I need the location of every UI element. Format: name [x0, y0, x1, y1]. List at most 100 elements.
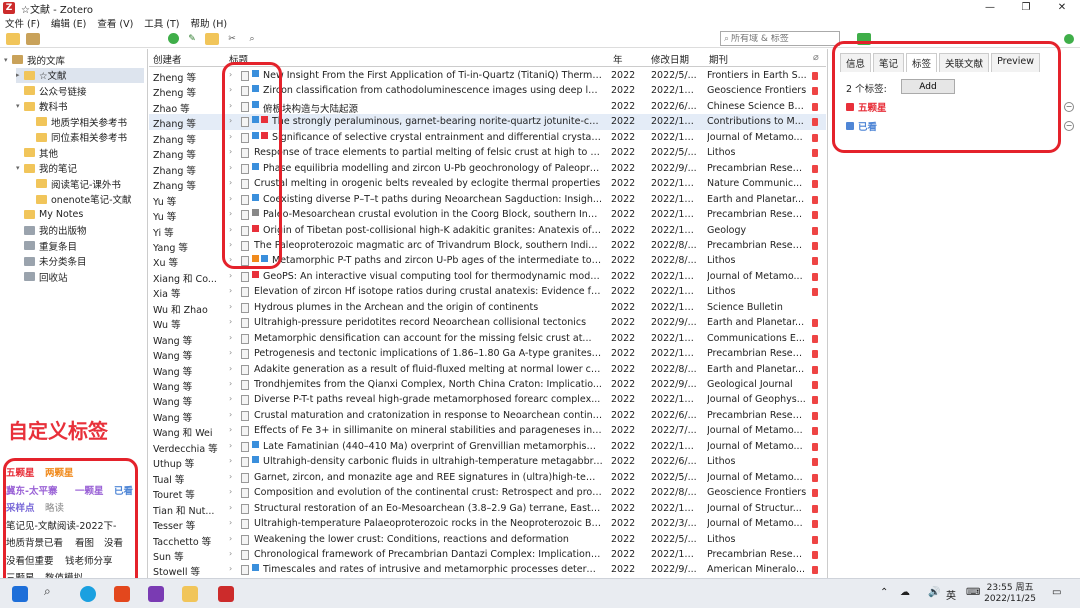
menu-tools[interactable]: 工具 (T) [144, 16, 179, 30]
expand-arrow-icon[interactable]: › [229, 147, 237, 156]
pdf-attachment-icon[interactable] [812, 211, 818, 220]
item-tag-name[interactable]: 已看 [858, 119, 877, 133]
item-tab[interactable]: 标签 [906, 53, 938, 72]
menu-help[interactable]: 帮助 (H) [191, 16, 228, 30]
onenote-icon[interactable] [148, 586, 164, 602]
expand-arrow-icon[interactable]: › [229, 302, 237, 311]
tag-selector-item[interactable]: 地质背景已看 [6, 535, 63, 549]
tray-chevron-icon[interactable]: ⌃ [880, 587, 888, 598]
pdf-attachment-icon[interactable] [812, 334, 818, 343]
pdf-attachment-icon[interactable] [812, 257, 818, 266]
expand-arrow-icon[interactable]: › [229, 394, 237, 403]
expand-arrow-icon[interactable]: › [229, 333, 237, 342]
expand-arrow-icon[interactable]: › [229, 70, 237, 79]
column-attachment-icon[interactable]: ⌀ [813, 52, 819, 63]
expand-arrow-icon[interactable]: › [229, 163, 237, 172]
column-year[interactable]: 年 [613, 52, 623, 66]
tag-selector-item[interactable]: 两颗星 [45, 465, 74, 479]
table-row[interactable]: Stowell 等 › Timescales and rates of intrus… [149, 562, 826, 578]
tree-item[interactable]: My Notes [16, 207, 144, 222]
pdf-attachment-icon[interactable] [812, 72, 818, 80]
table-row[interactable]: Tual 等 › Garnet, zircon, and monazite age … [149, 470, 826, 486]
table-row[interactable]: Wu 等 › Ultrahigh-pressure peridotites reco… [149, 315, 826, 331]
table-row[interactable]: Yi 等 › Origin of Tibetan post-collisional … [149, 223, 826, 239]
table-row[interactable]: Wang 等 › Metamorphic densification can acc… [149, 331, 826, 347]
expand-arrow-icon[interactable]: › [229, 379, 237, 388]
table-row[interactable]: Wang 等 › Diverse P-T-t paths reveal high-g… [149, 392, 826, 408]
expand-arrow-icon[interactable]: › [229, 364, 237, 373]
attachment-icon[interactable]: ✂ [225, 33, 239, 45]
expand-arrow-icon[interactable]: › [229, 101, 237, 110]
volume-icon[interactable]: 🔊 [928, 587, 940, 598]
expand-arrow-icon[interactable]: › [229, 425, 237, 434]
table-row[interactable]: Wu 和 Zhao › Hydrous plumes in the Archean … [149, 300, 826, 316]
table-row[interactable]: Sun 等 › Chronological framework of Precamb… [149, 547, 826, 563]
tree-item[interactable]: 回收站 [16, 269, 144, 284]
expand-arrow-icon[interactable]: › [229, 456, 237, 465]
expand-arrow-icon[interactable]: › [229, 85, 237, 94]
expand-arrow-icon[interactable]: › [229, 255, 237, 264]
tree-item[interactable]: 阅读笔记-课外书 [28, 176, 144, 191]
table-row[interactable]: Verdecchia 等 › Late Famatinian (440–410 Ma… [149, 439, 826, 455]
add-tag-button[interactable]: Add [901, 79, 955, 94]
expand-arrow-icon[interactable]: › [229, 534, 237, 543]
tree-item[interactable]: 公众号链接 [16, 83, 144, 98]
expand-arrow-icon[interactable]: › [229, 240, 237, 249]
new-note-icon[interactable] [205, 32, 219, 45]
expand-arrow-icon[interactable]: › [229, 178, 237, 187]
pdf-attachment-icon[interactable] [812, 411, 818, 420]
tag-selector-item[interactable]: 略读 [45, 500, 64, 514]
tree-item[interactable]: 同位素相关参考书 [28, 130, 144, 145]
expand-arrow-icon[interactable]: › [229, 549, 237, 558]
library-actions-icon[interactable] [26, 32, 40, 45]
locate-button-icon[interactable] [857, 32, 871, 45]
expand-arrow-icon[interactable]: › [229, 441, 237, 450]
pdf-attachment-icon[interactable] [812, 118, 818, 127]
pdf-attachment-icon[interactable] [812, 226, 818, 235]
expand-arrow-icon[interactable]: › [229, 410, 237, 419]
new-collection-icon[interactable] [6, 32, 20, 45]
tree-item[interactable]: 未分类条目 [16, 254, 144, 269]
tag-selector-item[interactable]: 已看 [114, 483, 133, 497]
pdf-attachment-icon[interactable] [812, 133, 818, 142]
tree-item[interactable]: 重复条目 [16, 238, 144, 253]
pdf-attachment-icon[interactable] [812, 319, 818, 328]
menu-file[interactable]: 文件 (F) [5, 16, 40, 30]
pdf-attachment-icon[interactable] [812, 381, 818, 389]
search-box[interactable]: ⌕ [720, 31, 840, 46]
item-tag-row[interactable]: 五颗星 [846, 100, 887, 114]
pdf-attachment-icon[interactable] [812, 288, 818, 297]
table-row[interactable]: Yu 等 › Coexisting diverse P–T–t paths duri… [149, 192, 826, 208]
table-row[interactable]: Wang 等 › Crustal maturation and cratonizat… [149, 408, 826, 424]
table-row[interactable]: Wang 等 › Trondhjemites from the Qianxi Com… [149, 377, 826, 393]
expand-arrow-icon[interactable]: › [229, 194, 237, 203]
close-button[interactable]: ✕ [1044, 0, 1080, 16]
table-row[interactable]: Touret 等 › Composition and evolution of th… [149, 485, 826, 501]
table-row[interactable]: Zheng 等 › New Insight From the First Appli… [149, 68, 826, 84]
edge-icon[interactable] [80, 586, 96, 602]
expand-arrow-icon[interactable]: › [229, 132, 237, 141]
item-tab[interactable]: 笔记 [873, 53, 905, 72]
zotero-taskbar-icon[interactable] [218, 586, 234, 602]
item-tag-row[interactable]: 已看 [846, 119, 877, 133]
search-input[interactable] [731, 33, 832, 44]
tag-selector-item[interactable]: 没看 [104, 535, 123, 549]
item-tab[interactable]: Preview [991, 53, 1041, 72]
tag-selector-item[interactable]: 五颗星 [6, 465, 35, 479]
pdf-attachment-icon[interactable] [812, 396, 818, 405]
remove-tag-icon[interactable]: − [1064, 121, 1074, 131]
expand-arrow-icon[interactable]: › [229, 225, 237, 234]
expand-arrow-icon[interactable]: › [229, 564, 237, 573]
column-modified[interactable]: 修改日期 [651, 52, 689, 66]
item-tab[interactable]: 信息 [840, 53, 872, 72]
table-row[interactable]: Zhang 等 › Significance of selective crysta… [149, 130, 826, 146]
expand-arrow-icon[interactable]: › [229, 209, 237, 218]
pdf-attachment-icon[interactable] [812, 520, 818, 529]
tree-item[interactable]: 其他 [16, 145, 144, 160]
table-row[interactable]: Zhang 等 › Crustal melting in orogenic belt… [149, 176, 826, 192]
tree-twisty-icon[interactable]: ▸ [16, 71, 24, 79]
pdf-attachment-icon[interactable] [812, 442, 818, 451]
pdf-attachment-icon[interactable] [812, 272, 818, 281]
locate-icon[interactable]: ⌕ [245, 33, 259, 45]
expand-arrow-icon[interactable]: › [229, 271, 237, 280]
